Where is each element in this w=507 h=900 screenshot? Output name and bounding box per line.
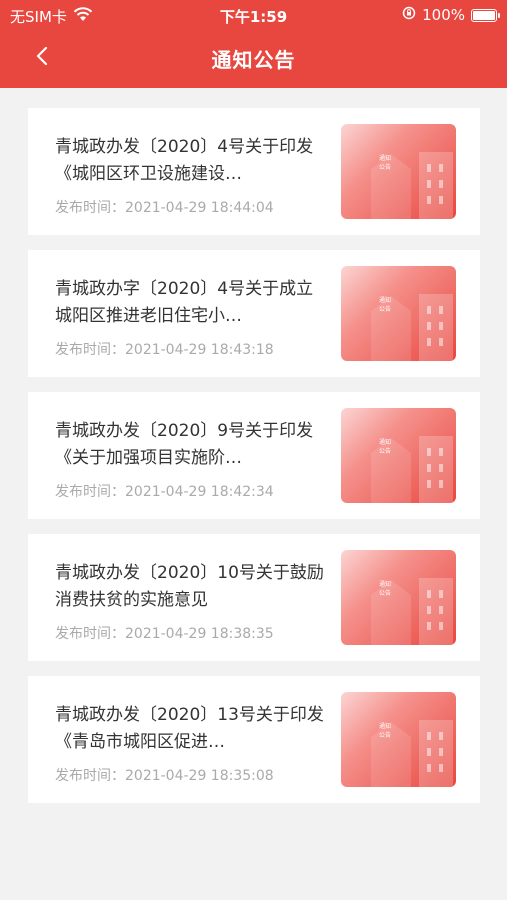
thumbnail-label-line: 公告	[379, 164, 392, 171]
notice-thumbnail: 通知 公告	[341, 408, 456, 503]
notice-card[interactable]: 青城政办发〔2020〕9号关于印发《关于加强项目实施阶… 发布时间：2021-0…	[28, 392, 480, 519]
battery-percent: 100%	[422, 6, 465, 24]
thumbnail-label-line: 通知	[379, 581, 392, 588]
thumbnail-label-line: 通知	[379, 723, 392, 730]
notice-card[interactable]: 青城政办发〔2020〕10号关于鼓励消费扶贫的实施意见 发布时间：2021-04…	[28, 534, 480, 661]
notice-thumbnail: 通知 公告	[341, 266, 456, 361]
battery-icon	[471, 8, 500, 22]
notice-time: 发布时间：2021-04-29 18:35:08	[55, 768, 274, 784]
thumbnail-label-line: 公告	[379, 732, 392, 739]
thumbnail-label-line: 公告	[379, 306, 392, 313]
notice-card[interactable]: 青城政办发〔2020〕4号关于印发《城阳区环卫设施建设… 发布时间：2021-0…	[28, 108, 480, 235]
notice-time: 发布时间：2021-04-29 18:43:18	[55, 342, 274, 358]
status-right: 100%	[402, 6, 500, 24]
notice-title: 青城政办发〔2020〕13号关于印发《青岛市城阳区促进…	[55, 705, 324, 752]
notice-card[interactable]: 青城政办字〔2020〕4号关于成立城阳区推进老旧住宅小… 发布时间：2021-0…	[28, 250, 480, 377]
notice-title: 青城政办发〔2020〕4号关于印发《城阳区环卫设施建设…	[55, 137, 314, 184]
building-icon	[371, 294, 453, 361]
notice-thumbnail: 通知 公告	[341, 692, 456, 787]
orientation-lock-icon	[402, 6, 416, 24]
thumbnail-label-line: 通知	[379, 439, 392, 446]
thumbnail-label-line: 通知	[379, 155, 392, 162]
thumbnail-label: 通知 公告	[379, 296, 391, 314]
thumbnail-label-line: 公告	[379, 590, 392, 597]
notice-card[interactable]: 青城政办发〔2020〕13号关于印发《青岛市城阳区促进… 发布时间：2021-0…	[28, 676, 480, 803]
notice-title: 青城政办字〔2020〕4号关于成立城阳区推进老旧住宅小…	[55, 279, 314, 326]
building-icon	[371, 152, 453, 219]
nav-bar: 通知公告	[0, 30, 507, 88]
thumbnail-label-line: 公告	[379, 448, 392, 455]
notice-thumbnail: 通知 公告	[341, 550, 456, 645]
status-bar: 无SIM卡 下午1:59 100%	[0, 0, 507, 30]
page-title: 通知公告	[211, 48, 296, 72]
header: 无SIM卡 下午1:59 100% 通知公告	[0, 0, 507, 88]
notice-time: 发布时间：2021-04-29 18:38:35	[55, 626, 274, 642]
notice-title: 青城政办发〔2020〕9号关于印发《关于加强项目实施阶…	[55, 421, 314, 468]
notice-list: 青城政办发〔2020〕4号关于印发《城阳区环卫设施建设… 发布时间：2021-0…	[28, 108, 480, 818]
notice-time: 发布时间：2021-04-29 18:42:34	[55, 484, 274, 500]
building-icon	[371, 720, 453, 787]
thumbnail-label-line: 通知	[379, 297, 392, 304]
building-icon	[371, 578, 453, 645]
thumbnail-label: 通知 公告	[379, 722, 391, 740]
notice-time: 发布时间：2021-04-29 18:44:04	[55, 200, 274, 216]
building-icon	[371, 436, 453, 503]
thumbnail-label: 通知 公告	[379, 154, 391, 172]
notice-title: 青城政办发〔2020〕10号关于鼓励消费扶贫的实施意见	[55, 563, 324, 610]
notice-thumbnail: 通知 公告	[341, 124, 456, 219]
thumbnail-label: 通知 公告	[379, 580, 391, 598]
thumbnail-label: 通知 公告	[379, 438, 391, 456]
